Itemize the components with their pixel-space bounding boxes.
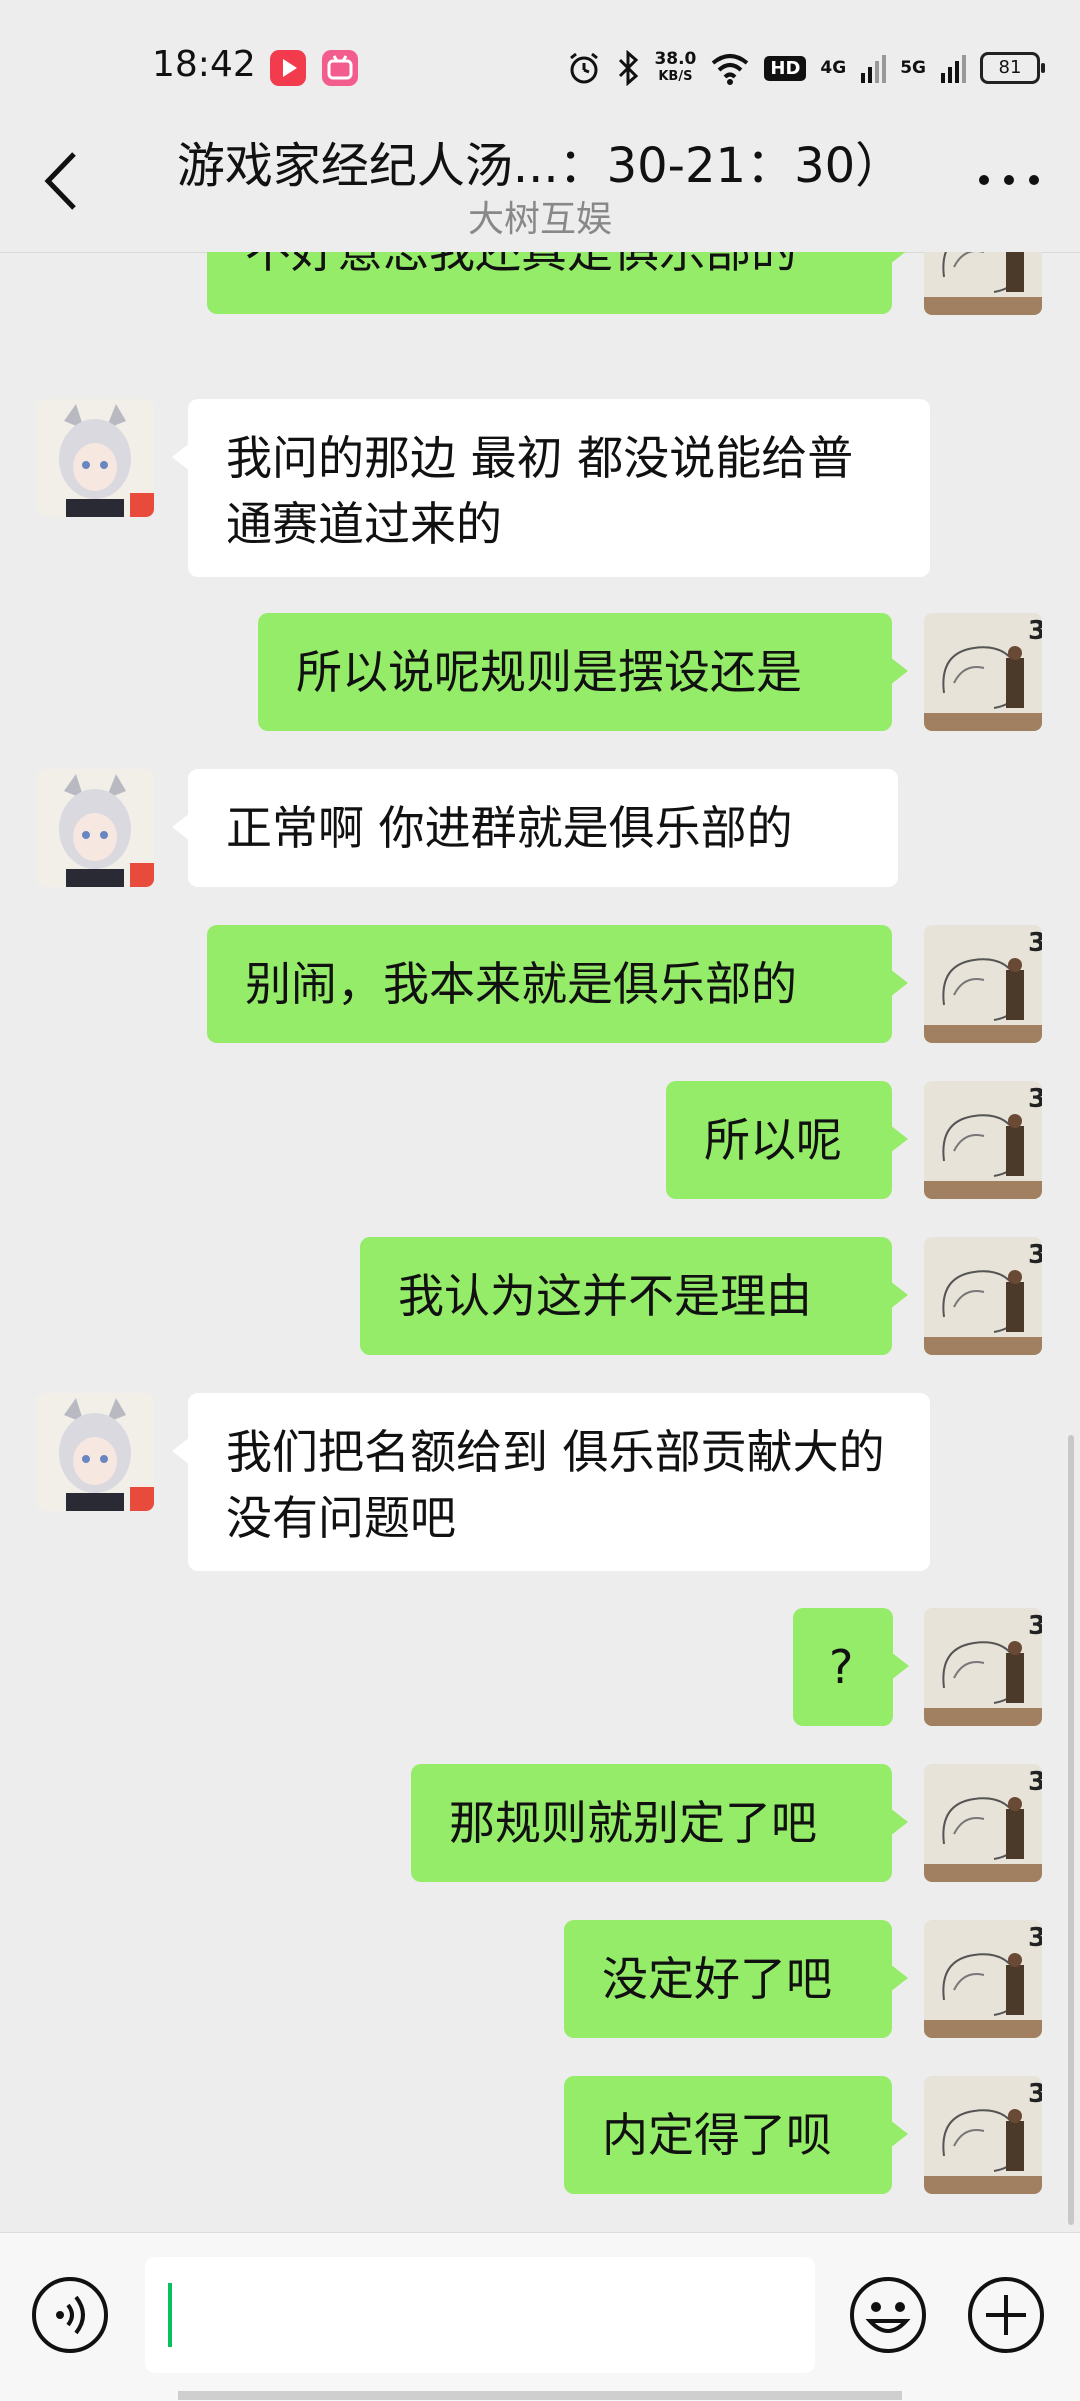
input-bar [0, 2232, 1080, 2401]
signal-icon [941, 55, 966, 83]
home-indicator [178, 2391, 902, 2400]
svg-text:3: 3 [1028, 1611, 1042, 1641]
signal-4g-label: 4G [820, 58, 847, 78]
message-bubble-sent[interactable]: 所以说呢规则是摆设还是 [258, 613, 908, 731]
my-avatar[interactable]: 3 [924, 1081, 1042, 1199]
voice-button[interactable] [30, 2275, 110, 2355]
back-button[interactable] [34, 146, 90, 216]
my-avatar[interactable]: 3 [924, 252, 1042, 315]
svg-text:3: 3 [1028, 2079, 1042, 2109]
message-bubble-sent[interactable]: 别闹，我本来就是俱乐部的 [207, 925, 908, 1043]
scrollbar[interactable] [1068, 1435, 1074, 2225]
more-dots-icon [979, 175, 1039, 185]
my-avatar[interactable]: 3 [924, 1764, 1042, 1882]
message-bubble-received[interactable]: 我们把名额给到 俱乐部贡献大的 没有问题吧 [172, 1393, 930, 1571]
my-avatar[interactable]: 3 [924, 925, 1042, 1043]
wifi-icon [712, 54, 749, 85]
svg-text:3: 3 [1028, 616, 1042, 646]
play-app-icon [270, 50, 306, 86]
signal-5g-label: 5G [900, 58, 926, 78]
emoji-button[interactable] [848, 2275, 928, 2355]
message-input[interactable] [145, 2257, 815, 2373]
message-bubble-sent[interactable]: ? [793, 1608, 909, 1726]
chat-header: 游戏家经纪人汤...：30-21：30） 大树互娱 [0, 110, 1080, 253]
svg-text:3: 3 [1028, 1084, 1042, 1114]
signal-icon [861, 55, 887, 83]
message-bubble-sent[interactable]: 那规则就别定了吧 [411, 1764, 908, 1882]
my-avatar[interactable]: 3 [924, 613, 1042, 731]
text-caret [168, 2283, 172, 2347]
chat-subtitle: 大树互娱 [467, 199, 612, 240]
message-bubble-received[interactable]: 正常啊 你进群就是俱乐部的 [172, 769, 898, 887]
contact-avatar[interactable] [36, 399, 154, 517]
svg-text:3: 3 [1028, 1767, 1042, 1797]
bilibili-app-icon [322, 50, 358, 86]
battery-icon: 81 [980, 52, 1045, 84]
svg-text:3: 3 [1028, 1923, 1042, 1953]
voice-icon [32, 2277, 108, 2353]
message-bubble-received[interactable]: 我问的那边 最初 都没说能给普通赛道过来的 [172, 399, 930, 577]
chat-title: 游戏家经纪人汤...：30-21：30） [176, 138, 904, 194]
hd-badge: HD [764, 55, 807, 81]
message-bubble-sent[interactable]: 内定得了呗 [564, 2076, 908, 2194]
plus-icon [968, 2277, 1044, 2353]
status-icons: 38.0 KB/S HD 4G 5G 81 [566, 48, 1045, 88]
svg-text:3: 3 [1028, 928, 1042, 958]
contact-avatar[interactable] [36, 1393, 154, 1511]
message-bubble-sent[interactable]: 不好意思我还真是俱乐部的 [207, 252, 908, 314]
my-avatar[interactable]: 3 [924, 1608, 1042, 1726]
message-list[interactable]: 不好意思我还真是俱乐部的 3 我问的那边 最初 都没说能给普通赛道过来的 所以说… [0, 252, 1080, 2232]
message-bubble-sent[interactable]: 所以呢 [666, 1081, 908, 1199]
my-avatar[interactable]: 3 [924, 1237, 1042, 1355]
message-bubble-sent[interactable]: 我认为这并不是理由 [360, 1237, 908, 1355]
my-avatar[interactable]: 3 [924, 1920, 1042, 2038]
more-button[interactable] [974, 160, 1044, 200]
contact-avatar[interactable] [36, 769, 154, 887]
svg-text:3: 3 [1028, 1240, 1042, 1270]
alarm-icon [570, 52, 599, 84]
chevron-left-icon [44, 152, 76, 210]
bluetooth-icon [619, 50, 639, 86]
plus-button[interactable] [966, 2275, 1046, 2355]
emoji-icon [850, 2277, 926, 2353]
my-avatar[interactable]: 3 [924, 2076, 1042, 2194]
message-bubble-sent[interactable]: 没定好了吧 [564, 1920, 908, 2038]
status-time: 18:42 [152, 44, 256, 85]
network-speed: 38.0 KB/S [654, 49, 697, 85]
